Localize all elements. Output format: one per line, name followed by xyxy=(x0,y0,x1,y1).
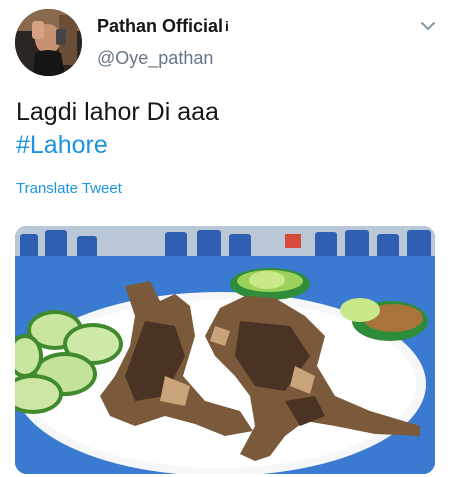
photo-image-icon xyxy=(15,226,435,474)
author-display-name[interactable]: Pathan Official xyxy=(97,16,223,37)
tweet-text: Lagdi lahor Di aaa #Lahore xyxy=(16,96,219,162)
translate-tweet-link[interactable]: Translate Tweet xyxy=(16,180,122,197)
hashtag-link[interactable]: #Lahore xyxy=(16,129,219,162)
tweet-menu-button[interactable] xyxy=(418,18,438,34)
avatar-photo-icon xyxy=(15,9,82,76)
verified-mark: i xyxy=(225,18,229,34)
chevron-down-icon xyxy=(421,22,435,30)
author-handle[interactable]: @Oye_pathan xyxy=(97,48,213,69)
author-avatar[interactable] xyxy=(15,9,82,76)
tweet-card[interactable]: Pathan Official i @Oye_pathan Lagdi laho… xyxy=(0,0,450,477)
tweet-media-photo[interactable] xyxy=(15,226,435,474)
tweet-text-line: Lagdi lahor Di aaa xyxy=(16,98,219,126)
